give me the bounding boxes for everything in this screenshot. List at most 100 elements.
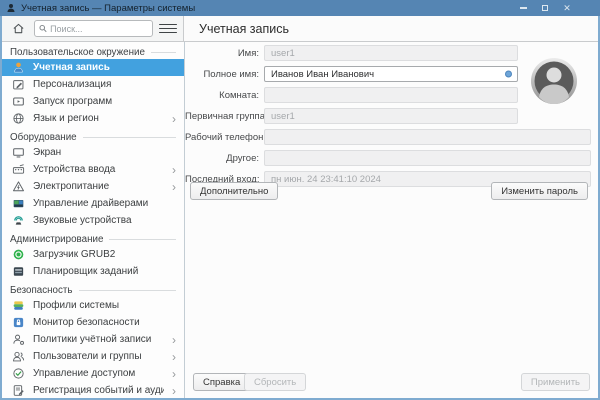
access-control-icon — [11, 367, 25, 381]
sidebar-item-label: Загрузчик GRUB2 — [33, 249, 178, 260]
app-icon — [6, 3, 16, 13]
minimize-button[interactable] — [518, 3, 528, 13]
sidebar-item-label: Регистрация событий и аудит — [33, 385, 164, 396]
search-box — [34, 20, 153, 37]
sidebar-item-label: Запуск программ — [33, 96, 178, 107]
home-icon — [12, 22, 25, 35]
last-login-value: пн июн. 24 23:41:10 2024 — [271, 174, 381, 185]
search-input[interactable] — [50, 24, 148, 34]
username-label: Имя: — [185, 48, 264, 59]
apply-button[interactable]: Применить — [521, 373, 590, 391]
primary-group-value: user1 — [271, 111, 295, 122]
sidebar-item-label: Пользователи и группы — [33, 351, 164, 362]
other-field — [264, 150, 591, 166]
form-row: Рабочий телефон: — [185, 129, 591, 145]
sidebar-item-label: Политики учётной записи — [33, 334, 164, 345]
sidebar-item-users-groups[interactable]: Пользователи и группы › — [2, 348, 184, 365]
advanced-button[interactable]: Дополнительно — [190, 182, 278, 200]
sidebar-item-input-devices[interactable]: Устройства ввода › — [2, 161, 184, 178]
user-avatar[interactable] — [530, 57, 578, 105]
task-scheduler-icon — [11, 265, 25, 279]
form-row: Полное имя: — [185, 66, 518, 82]
sidebar-section-security: Безопасность — [2, 283, 184, 297]
sidebar-item-label: Язык и регион — [33, 113, 164, 124]
sidebar-item-label: Управление драйверами — [33, 198, 178, 209]
chevron-right-icon: › — [172, 114, 178, 124]
form-row: Первичная группа: user1 — [185, 108, 518, 124]
sidebar-item-display[interactable]: Экран — [2, 144, 184, 161]
user-account-icon — [11, 61, 25, 75]
sidebar-item-label: Экран — [33, 147, 178, 158]
chevron-right-icon: › — [172, 369, 178, 379]
account-policies-icon — [11, 333, 25, 347]
primary-group-label: Первичная группа: — [185, 111, 264, 122]
page-title: Учетная запись — [199, 22, 289, 36]
home-button[interactable] — [7, 18, 29, 39]
sidebar-item-grub2[interactable]: Загрузчик GRUB2 — [2, 246, 184, 263]
content-header: Учетная запись — [184, 16, 598, 41]
window-body: Учетная запись Пользовательское окружени… — [0, 16, 600, 400]
chevron-right-icon: › — [172, 182, 178, 192]
title-bar: Учетная запись — Параметры системы ✕ — [0, 0, 600, 16]
other-label: Другое: — [185, 153, 264, 164]
sidebar-item-audit[interactable]: Регистрация событий и аудит › — [2, 382, 184, 398]
account-settings-panel: Имя: user1 Полное имя: Комната: Пе — [185, 42, 598, 398]
sidebar-item-label: Электропитание — [33, 181, 164, 192]
sidebar-item-power[interactable]: Электропитание › — [2, 178, 184, 195]
sidebar-item-label: Управление доступом — [33, 368, 164, 379]
sidebar-item-account-policies[interactable]: Политики учётной записи › — [2, 331, 184, 348]
program-launch-icon — [11, 95, 25, 109]
sidebar-item-security-monitor[interactable]: Монитор безопасности — [2, 314, 184, 331]
system-profiles-icon — [11, 299, 25, 313]
work-phone-field — [264, 129, 591, 145]
input-devices-icon — [11, 163, 25, 177]
sidebar-item-label: Персонализация — [33, 79, 178, 90]
room-label: Комната: — [185, 90, 264, 101]
room-field — [264, 87, 518, 103]
sidebar-section-administration: Администрирование — [2, 232, 184, 246]
chevron-right-icon: › — [172, 335, 178, 345]
audio-devices-icon — [11, 214, 25, 228]
form-row: Другое: — [185, 150, 591, 166]
sidebar-section-user-environment: Пользовательское окружение — [2, 45, 184, 59]
sidebar-item-personalization[interactable]: Персонализация — [2, 76, 184, 93]
driver-management-icon — [11, 197, 25, 211]
globe-icon — [11, 112, 25, 126]
sidebar-item-driver-management[interactable]: Управление драйверами — [2, 195, 184, 212]
fullname-field-wrap — [264, 66, 518, 82]
burger-icon — [159, 24, 177, 26]
sidebar-item-language-region[interactable]: Язык и регион › — [2, 110, 184, 127]
help-button[interactable]: Справка — [193, 373, 250, 391]
work-phone-label: Рабочий телефон: — [185, 132, 264, 143]
sidebar-section-hardware: Оборудование — [2, 130, 184, 144]
close-button[interactable]: ✕ — [562, 3, 572, 13]
top-band: Учетная запись — [2, 16, 598, 42]
sidebar-item-account[interactable]: Учетная запись — [2, 59, 184, 76]
fullname-label: Полное имя: — [185, 69, 264, 80]
username-value: user1 — [271, 48, 295, 59]
section-label: Администрирование — [10, 234, 103, 245]
sidebar-item-program-launch[interactable]: Запуск программ — [2, 93, 184, 110]
maximize-button[interactable] — [540, 3, 550, 13]
fullname-input[interactable] — [271, 69, 511, 80]
form-row: Комната: — [185, 87, 518, 103]
sidebar-item-audio-devices[interactable]: Звуковые устройства — [2, 212, 184, 229]
sidebar-item-task-scheduler[interactable]: Планировщик заданий — [2, 263, 184, 280]
sidebar: Пользовательское окружение Учетная запис… — [2, 42, 185, 398]
change-password-button[interactable]: Изменить пароль — [491, 182, 588, 200]
toolbar — [2, 16, 184, 41]
security-monitor-icon — [11, 316, 25, 330]
reset-button[interactable]: Сбросить — [244, 373, 306, 391]
audit-icon — [11, 384, 25, 398]
sidebar-item-system-profiles[interactable]: Профили системы — [2, 297, 184, 314]
sidebar-item-access-control[interactable]: Управление доступом › — [2, 365, 184, 382]
sidebar-item-label: Монитор безопасности — [33, 317, 178, 328]
clear-text-icon[interactable] — [505, 71, 512, 78]
form-row: Имя: user1 — [185, 45, 518, 61]
search-icon — [39, 24, 47, 33]
menu-button[interactable] — [158, 21, 178, 37]
window-controls: ✕ — [518, 3, 594, 13]
username-field: user1 — [264, 45, 518, 61]
sidebar-item-label: Звуковые устройства — [33, 215, 178, 226]
window-title: Учетная запись — Параметры системы — [21, 3, 195, 14]
